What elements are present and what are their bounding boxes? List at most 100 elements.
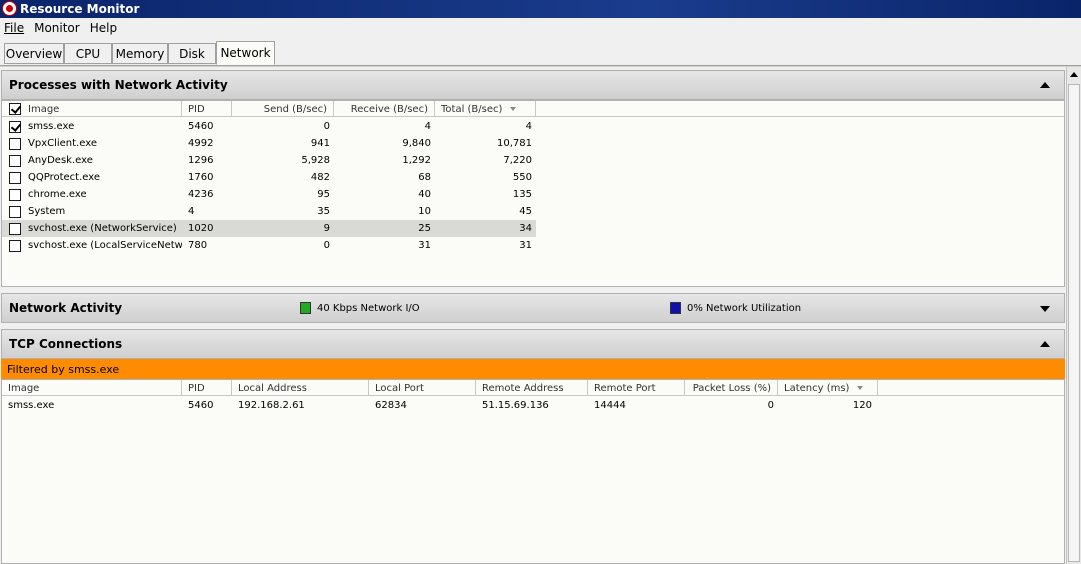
col-latency[interactable]: Latency (ms) xyxy=(778,380,878,396)
col-local-address[interactable]: Local Address xyxy=(232,380,369,396)
row-checkbox[interactable] xyxy=(9,121,21,133)
cell-pid: 1760 xyxy=(188,172,214,183)
table-row[interactable]: smss.exe 5460 192.168.2.61 62834 51.15.6… xyxy=(2,397,882,414)
cell-send: 0 xyxy=(323,121,330,132)
row-checkbox[interactable] xyxy=(9,206,21,218)
col-packet-loss[interactable]: Packet Loss (%) xyxy=(685,380,778,396)
cell-receive: 31 xyxy=(418,240,431,251)
processes-section-header[interactable]: Processes with Network Activity xyxy=(1,70,1065,100)
cell-pid: 1020 xyxy=(188,223,214,234)
cell-latency: 120 xyxy=(852,400,872,411)
col-total[interactable]: Total (B/sec) xyxy=(435,101,536,117)
tcp-table: Image PID Local Address Local Port Remot… xyxy=(1,379,1065,564)
col-total-label: Total (B/sec) xyxy=(441,103,503,115)
menu-file[interactable]: File xyxy=(4,21,24,35)
tab-disk[interactable]: Disk xyxy=(168,43,216,64)
cell-pid: 4 xyxy=(188,206,195,217)
cell-pid: 780 xyxy=(188,240,208,251)
cell-receive: 1,292 xyxy=(402,155,431,166)
col-local-port[interactable]: Local Port xyxy=(369,380,476,396)
network-utilization-legend: 0% Network Utilization xyxy=(670,302,801,314)
sort-descending-icon xyxy=(510,107,517,111)
collapse-arrow-icon[interactable] xyxy=(1040,82,1050,89)
cell-receive: 4 xyxy=(424,121,431,132)
row-checkbox[interactable] xyxy=(9,172,21,184)
cell-total: 34 xyxy=(519,223,532,234)
network-tab-content: Processes with Network Activity Image PI… xyxy=(0,67,1066,564)
cell-image: AnyDesk.exe xyxy=(28,155,93,166)
cell-local-address: 192.168.2.61 xyxy=(238,400,305,411)
filter-bar[interactable]: Filtered by smss.exe xyxy=(1,359,1065,379)
cell-packet-loss: 0 xyxy=(767,400,774,411)
cell-image: svchost.exe (NetworkService) xyxy=(28,223,177,234)
cell-image: svchost.exe (LocalServiceNetwo... xyxy=(28,240,182,251)
cell-send: 35 xyxy=(317,206,330,217)
cell-image: System xyxy=(28,206,66,217)
network-utilization-label: 0% Network Utilization xyxy=(687,302,802,314)
cell-pid: 4992 xyxy=(188,138,214,149)
cell-pid: 4236 xyxy=(188,189,214,200)
col-remote-port[interactable]: Remote Port xyxy=(588,380,685,396)
expand-arrow-icon[interactable] xyxy=(1040,305,1050,312)
cell-total: 10,781 xyxy=(497,138,532,149)
row-checkbox[interactable] xyxy=(9,240,21,252)
collapse-arrow-icon[interactable] xyxy=(1040,341,1050,348)
cell-total: 4 xyxy=(525,121,532,132)
cell-image: smss.exe xyxy=(8,400,55,411)
table-row[interactable]: smss.exe 5460 0 4 4 xyxy=(2,118,536,135)
row-checkbox[interactable] xyxy=(9,155,21,167)
menu-help[interactable]: Help xyxy=(90,21,117,35)
vertical-scrollbar[interactable] xyxy=(1066,67,1081,564)
cell-receive: 25 xyxy=(418,223,431,234)
col-pid[interactable]: PID xyxy=(182,101,232,117)
processes-table-header: Image PID Send (B/sec) Receive (B/sec) T… xyxy=(2,101,1064,117)
cell-total: 31 xyxy=(519,240,532,251)
cell-receive: 10 xyxy=(418,206,431,217)
col-pid[interactable]: PID xyxy=(182,380,232,396)
menu-bar: File Monitor Help xyxy=(0,18,1081,38)
tcp-section-header[interactable]: TCP Connections xyxy=(1,329,1065,359)
table-row[interactable]: QQProtect.exe 1760 482 68 550 xyxy=(2,169,536,186)
table-row-selected[interactable]: svchost.exe (NetworkService) 1020 9 25 3… xyxy=(2,220,536,237)
table-row[interactable]: svchost.exe (LocalServiceNetwo... 780 0 … xyxy=(2,237,536,254)
processes-section-title: Processes with Network Activity xyxy=(9,78,228,92)
col-image[interactable]: Image xyxy=(22,101,182,117)
row-checkbox[interactable] xyxy=(9,223,21,235)
tab-cpu[interactable]: CPU xyxy=(64,43,112,64)
tab-bar: Overview CPU Memory Disk Network xyxy=(0,38,1081,66)
network-io-legend: 40 Kbps Network I/O xyxy=(300,302,420,314)
tab-memory[interactable]: Memory xyxy=(112,43,168,64)
title-bar[interactable]: Resource Monitor xyxy=(0,0,1081,18)
scroll-thumb[interactable] xyxy=(1068,84,1080,562)
col-receive[interactable]: Receive (B/sec) xyxy=(334,101,435,117)
network-io-label: 40 Kbps Network I/O xyxy=(317,302,420,314)
cell-pid: 5460 xyxy=(188,400,214,411)
cell-receive: 40 xyxy=(418,189,431,200)
tab-overview[interactable]: Overview xyxy=(4,43,64,64)
menu-monitor[interactable]: Monitor xyxy=(34,21,80,35)
col-image[interactable]: Image xyxy=(2,380,182,396)
cell-local-port: 62834 xyxy=(375,400,407,411)
table-row[interactable]: VpxClient.exe 4992 941 9,840 10,781 xyxy=(2,135,536,152)
row-checkbox[interactable] xyxy=(9,189,21,201)
select-all-checkbox[interactable] xyxy=(9,103,21,115)
col-remote-address[interactable]: Remote Address xyxy=(476,380,588,396)
cell-total: 135 xyxy=(512,189,532,200)
cell-remote-port: 14444 xyxy=(594,400,626,411)
col-latency-label: Latency (ms) xyxy=(784,382,850,394)
col-send[interactable]: Send (B/sec) xyxy=(232,101,334,117)
cell-send: 9 xyxy=(323,223,330,234)
table-row[interactable]: chrome.exe 4236 95 40 135 xyxy=(2,186,536,203)
table-row[interactable]: AnyDesk.exe 1296 5,928 1,292 7,220 xyxy=(2,152,536,169)
cell-total: 45 xyxy=(519,206,532,217)
network-io-swatch xyxy=(300,302,311,314)
network-activity-section-header[interactable]: Network Activity 40 Kbps Network I/O 0% … xyxy=(1,293,1065,323)
scroll-up-arrow-icon[interactable] xyxy=(1068,69,1080,81)
cell-image: QQProtect.exe xyxy=(28,172,101,183)
table-row[interactable]: System 4 35 10 45 xyxy=(2,203,536,220)
resource-monitor-icon xyxy=(2,1,17,16)
cell-image: smss.exe xyxy=(28,121,75,132)
row-checkbox[interactable] xyxy=(9,138,21,150)
tab-network[interactable]: Network xyxy=(216,41,275,65)
cell-pid: 1296 xyxy=(188,155,214,166)
